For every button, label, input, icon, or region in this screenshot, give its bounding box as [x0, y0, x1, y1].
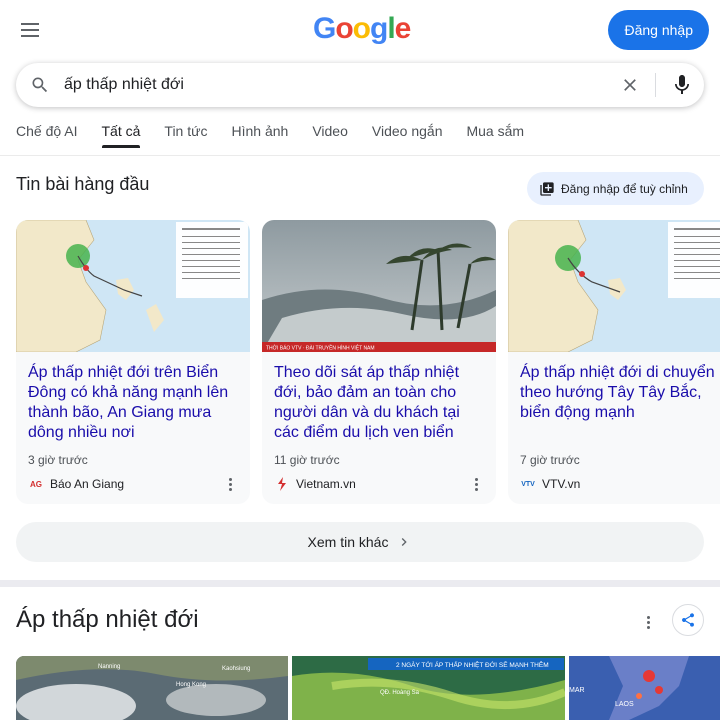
map-label: Nanning: [98, 664, 120, 670]
personalize-label: Đăng nhập để tuỳ chỉnh: [561, 181, 688, 196]
gallery-image-forecast[interactable]: 2 NGÀY TỚI ÁP THẤP NHIỆT ĐỚI SẼ MẠNH THÊ…: [292, 656, 565, 720]
tab-all[interactable]: Tất cả: [101, 122, 140, 148]
more-options-icon[interactable]: [640, 612, 656, 632]
knowledge-panel-title: Áp thấp nhiệt đới: [16, 606, 199, 633]
tab-images[interactable]: Hình ảnh: [232, 122, 289, 148]
signin-button[interactable]: Đăng nhập: [608, 10, 709, 50]
add-to-library-icon: [540, 181, 554, 196]
menu-icon[interactable]: [14, 14, 46, 46]
source-logo-icon: AG: [30, 479, 42, 489]
source-name: Báo An Giang: [50, 477, 125, 491]
thumbnail-caption: THỜI BÁO VTV · ĐÀI TRUYỀN HÌNH VIỆT NAM: [266, 344, 375, 352]
chevron-right-icon: [402, 538, 408, 546]
gallery-image-satellite[interactable]: Nanning Kaohsiung Hong Kong: [16, 656, 288, 720]
more-options-icon[interactable]: [714, 474, 720, 494]
top-stories-carousel: Áp thấp nhiệt đới trên Biển Đông có khả …: [16, 220, 720, 504]
map-label: QĐ. Hoàng Sa: [380, 690, 420, 696]
vtv-logo-icon: VTV: [521, 480, 535, 488]
image-gallery: Nanning Kaohsiung Hong Kong 2 NGÀY TỚI Á…: [16, 656, 720, 720]
news-card-source: AG Báo An Giang: [28, 477, 124, 491]
map-label: Hong Kong: [176, 682, 206, 688]
section-divider: [0, 580, 720, 587]
google-logo[interactable]: Google: [313, 12, 411, 46]
news-thumbnail-map: [16, 220, 250, 352]
microphone-icon[interactable]: [670, 73, 694, 97]
news-card-time: 7 giờ trước: [520, 453, 580, 467]
search-divider: [655, 73, 656, 97]
tab-news[interactable]: Tin tức: [164, 122, 207, 148]
news-card[interactable]: Áp thấp nhiệt đới di chuyển theo hướng T…: [508, 220, 720, 504]
share-icon: [682, 613, 695, 627]
news-card-source: VTV VTV.vn: [520, 477, 580, 491]
news-card-time: 11 giờ trước: [274, 453, 340, 467]
news-card[interactable]: Áp thấp nhiệt đới trên Biển Đông có khả …: [16, 220, 250, 504]
search-input[interactable]: [64, 71, 604, 99]
search-tabs: Chế độ AI Tất cả Tin tức Hình ảnh Video …: [16, 122, 548, 156]
vietnam-vn-logo-icon: [274, 477, 290, 491]
map-label: LAOS: [615, 701, 634, 708]
source-name: VTV.vn: [542, 477, 581, 491]
news-card-title[interactable]: Theo dõi sát áp thấp nhiệt đới, bảo đảm …: [274, 363, 486, 443]
news-card-source: Vietnam.vn: [274, 477, 356, 491]
map-label: MAR: [569, 687, 585, 694]
news-card[interactable]: THỜI BÁO VTV · ĐÀI TRUYỀN HÌNH VIỆT NAM …: [262, 220, 496, 504]
gallery-image-rain-map[interactable]: MAR LAOS: [569, 656, 720, 720]
news-card-title[interactable]: Áp thấp nhiệt đới trên Biển Đông có khả …: [28, 363, 240, 443]
news-card-time: 3 giờ trước: [28, 453, 88, 467]
more-options-icon[interactable]: [222, 474, 238, 494]
search-icon[interactable]: [30, 75, 50, 95]
more-news-label: Xem tin khác: [307, 534, 389, 550]
top-stories-title: Tin bài hàng đầu: [16, 174, 150, 194]
source-name: Vietnam.vn: [296, 477, 356, 491]
personalize-button[interactable]: Đăng nhập để tuỳ chỉnh: [527, 172, 704, 205]
news-thumbnail-map: [508, 220, 720, 352]
tab-ai-mode[interactable]: Chế độ AI: [16, 122, 78, 148]
tab-short-videos[interactable]: Video ngắn: [372, 122, 443, 148]
search-box[interactable]: [16, 63, 704, 107]
tabs-divider: [0, 155, 720, 156]
news-card-title[interactable]: Áp thấp nhiệt đới di chuyển theo hướng T…: [520, 363, 720, 423]
header: Google Đăng nhập: [0, 0, 720, 60]
tab-videos[interactable]: Video: [312, 122, 348, 148]
close-icon[interactable]: [620, 75, 640, 95]
share-button[interactable]: [672, 604, 704, 636]
tab-shopping[interactable]: Mua sắm: [466, 122, 524, 148]
news-thumbnail-storm: THỜI BÁO VTV · ĐÀI TRUYỀN HÌNH VIỆT NAM: [262, 220, 496, 352]
more-options-icon[interactable]: [468, 474, 484, 494]
map-label: Kaohsiung: [222, 666, 250, 672]
more-news-button[interactable]: Xem tin khác: [16, 522, 704, 562]
